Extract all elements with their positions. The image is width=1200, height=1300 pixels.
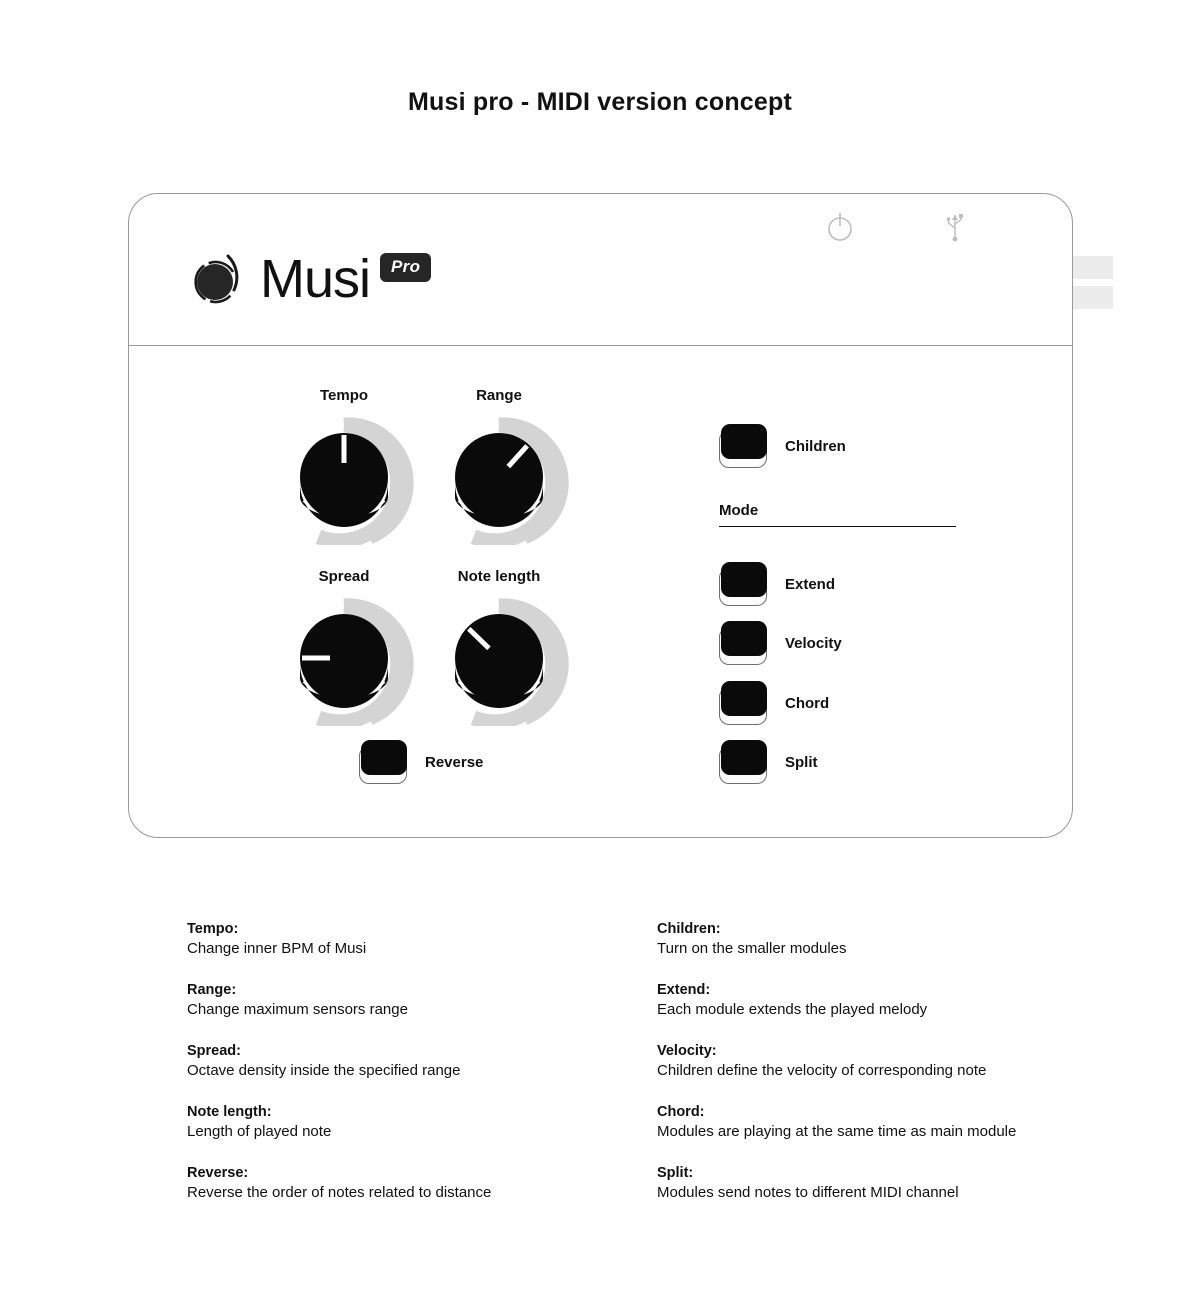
button-reverse-label: Reverse <box>425 753 484 771</box>
button-reverse[interactable]: Reverse <box>359 740 483 784</box>
knob-tempo[interactable]: Tempo <box>274 387 414 549</box>
legend-term: Reverse: <box>187 1165 249 1182</box>
button-split[interactable]: Split <box>719 740 818 784</box>
knob-tempo-dial[interactable] <box>274 413 414 549</box>
legend-definition: Octave density inside the specified rang… <box>187 1062 461 1080</box>
legend-definition: Turn on the smaller modules <box>657 939 847 957</box>
mode-section-title: Mode <box>719 502 759 519</box>
page-title: Musi pro - MIDI version concept <box>407 88 793 116</box>
knob-spread-dial[interactable] <box>274 594 414 730</box>
legend-definition: Length of played note <box>187 1123 332 1141</box>
knob-spread[interactable]: Spread <box>274 568 414 730</box>
legend: Tempo: Change inner BPM of Musi Range: C… <box>0 920 1200 1201</box>
legend-entry: Spread: Octave density inside the specif… <box>187 1042 617 1081</box>
button-velocity-label: Velocity <box>785 634 842 652</box>
button-split-key[interactable] <box>719 740 767 784</box>
legend-definition: Modules send notes to different MIDI cha… <box>657 1184 959 1202</box>
button-children-key[interactable] <box>719 424 767 468</box>
legend-entry: Chord: Modules are playing at the same t… <box>657 1103 1087 1142</box>
legend-term: Spread: <box>187 1043 241 1060</box>
button-cap <box>721 424 767 459</box>
legend-term: Velocity: <box>657 1043 717 1060</box>
knob-note-length-label: Note length <box>457 568 541 585</box>
button-extend[interactable]: Extend <box>719 562 835 606</box>
button-children-label: Children <box>785 437 846 455</box>
button-velocity-key[interactable] <box>719 621 767 665</box>
legend-term: Tempo: <box>187 921 239 937</box>
button-cap <box>721 621 767 656</box>
legend-entry: Velocity: Children define the velocity o… <box>657 1042 1087 1081</box>
knob-range-dial[interactable] <box>429 413 569 549</box>
button-cap <box>361 740 407 775</box>
knob-range-label: Range <box>476 387 522 404</box>
button-chord[interactable]: Chord <box>719 681 829 725</box>
legend-entry: Note length: Length of played note <box>187 1103 617 1142</box>
legend-entry: Tempo: Change inner BPM of Musi <box>187 920 617 959</box>
legend-entry: Extend: Each module extends the played m… <box>657 981 1087 1020</box>
knob-note-length-dial[interactable] <box>429 594 569 730</box>
legend-definition: Modules are playing at the same time as … <box>657 1123 1017 1141</box>
legend-column-right: Children: Turn on the smaller modules Ex… <box>657 920 1087 1225</box>
power-icon[interactable] <box>826 212 854 247</box>
legend-term: Range: <box>187 982 237 999</box>
legend-term: Extend: <box>657 982 711 999</box>
musi-orbit-icon <box>184 244 254 314</box>
legend-column-left: Tempo: Change inner BPM of Musi Range: C… <box>187 920 617 1225</box>
legend-definition: Reverse the order of notes related to di… <box>187 1184 492 1202</box>
legend-entry: Split: Modules send notes to different M… <box>657 1164 1087 1203</box>
device-panel: Musi Pro Tempo Range Spread Note length … <box>128 193 1113 838</box>
usb-icon[interactable] <box>944 211 966 248</box>
knob-note-length[interactable]: Note length <box>429 568 569 730</box>
device-header: Musi Pro <box>129 194 1072 346</box>
connector-tab-bottom <box>1073 286 1113 309</box>
brand-logo: Musi Pro <box>184 244 432 314</box>
button-chord-key[interactable] <box>719 681 767 725</box>
knob-tempo-label: Tempo <box>319 387 369 404</box>
legend-entry: Children: Turn on the smaller modules <box>657 920 1087 959</box>
knob-spread-label: Spread <box>318 568 370 585</box>
legend-term: Children: <box>657 921 721 937</box>
button-cap <box>721 681 767 716</box>
brand-wordmark: Musi <box>260 249 371 309</box>
legend-term: Note length: <box>187 1104 272 1121</box>
mode-section: Mode <box>719 502 956 527</box>
legend-definition: Each module extends the played melody <box>657 1000 928 1018</box>
button-children[interactable]: Children <box>719 424 846 468</box>
legend-definition: Children define the velocity of correspo… <box>657 1062 987 1080</box>
button-extend-label: Extend <box>785 575 836 593</box>
knob-range[interactable]: Range <box>429 387 569 549</box>
button-velocity[interactable]: Velocity <box>719 621 842 665</box>
legend-term: Chord: <box>657 1104 705 1121</box>
button-cap <box>721 562 767 597</box>
legend-entry: Range: Change maximum sensors range <box>187 981 617 1020</box>
connector-tab-top <box>1073 256 1113 279</box>
legend-definition: Change maximum sensors range <box>187 1000 408 1018</box>
button-cap <box>721 740 767 775</box>
mode-divider <box>719 526 956 527</box>
brand-pro-badge: Pro <box>380 252 432 282</box>
button-reverse-key[interactable] <box>359 740 407 784</box>
legend-definition: Change inner BPM of Musi <box>187 939 367 957</box>
button-extend-key[interactable] <box>719 562 767 606</box>
button-chord-label: Chord <box>785 694 830 712</box>
legend-term: Split: <box>657 1165 694 1182</box>
button-split-label: Split <box>785 753 818 771</box>
legend-entry: Reverse: Reverse the order of notes rela… <box>187 1164 617 1203</box>
